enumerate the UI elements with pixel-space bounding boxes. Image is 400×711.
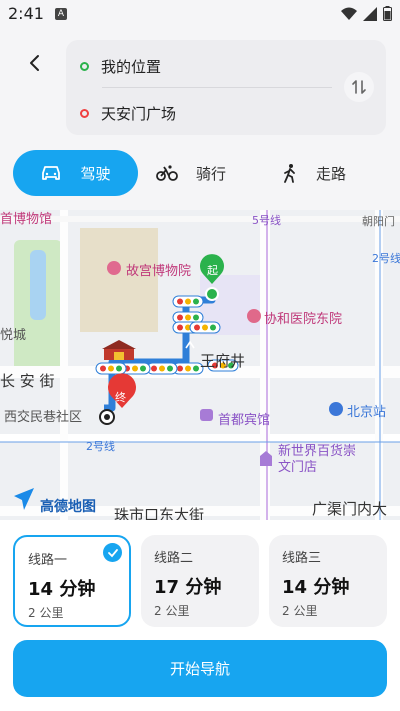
tab-drive[interactable]: 驾驶 [13, 150, 138, 196]
start-navigation-button[interactable]: 开始导航 [13, 640, 387, 697]
map-label-beijing-station: 北京站 [347, 405, 387, 420]
battery-icon [383, 6, 392, 21]
map-label-line5: 5号线 [252, 214, 281, 227]
bicycle-icon [156, 165, 178, 181]
lake [30, 250, 46, 320]
route-option-name: 线路三 [282, 551, 322, 566]
route-option-name: 线路二 [154, 551, 194, 566]
origin-field[interactable]: 我的位置 [80, 54, 161, 78]
route-option-time: 17 分钟 [154, 577, 222, 598]
status-time: 2:41 [8, 4, 44, 23]
tab-bike[interactable]: 骑行 [156, 150, 226, 196]
tab-drive-label: 驾驶 [80, 164, 111, 183]
route-option-distance: 2 公里 [154, 604, 190, 618]
route-map[interactable]: 首博物馆 故宫博物院 起 终 5号线 朝阳门 2号线 协和医院东院 悦城 王府井… [0, 210, 400, 520]
travel-mode-tabs: 驾驶 骑行 走路 [0, 150, 400, 196]
tab-walk-label: 走路 [316, 164, 347, 183]
start-marker-label: 起 [207, 264, 218, 277]
map-label-hospital: 协和医院东院 [264, 312, 343, 327]
route-option-distance: 2 公里 [28, 606, 64, 620]
map-label-capital-hotel: 首都宾馆 [218, 413, 271, 428]
route-option-2[interactable]: 线路二 17 分钟 2 公里 [141, 535, 259, 627]
map-label-line2-bottom: 2号线 [86, 440, 115, 453]
route-options-panel: 线路一 14 分钟 2 公里 线路二 17 分钟 2 公里 线路三 14 分钟 … [0, 520, 400, 711]
walk-icon [284, 164, 295, 183]
route-divider [102, 87, 332, 88]
map-label-wangfujing: 王府井 [200, 352, 246, 370]
map-label-zhushikou: 珠市口东大街 [114, 506, 205, 520]
end-marker-label: 终 [115, 391, 126, 404]
car-icon [42, 166, 61, 180]
route-card: 我的位置 天安门广场 [66, 40, 386, 135]
route-option-time: 14 分钟 [282, 577, 350, 598]
status-bar: 2:41 A [0, 0, 400, 28]
current-location-icon [99, 409, 115, 425]
tab-bike-label: 骑行 [196, 164, 227, 183]
map-label-yuecheng: 悦城 [0, 328, 27, 343]
map-label-line2-right: 2号线 [372, 252, 400, 265]
destination-field[interactable]: 天安门广场 [80, 101, 176, 125]
map-label-changan: 长 安 街 [0, 372, 55, 390]
route-option-3[interactable]: 线路三 14 分钟 2 公里 [269, 535, 387, 627]
tab-walk[interactable]: 走路 [282, 150, 346, 196]
map-label-xinshijie: 新世界百货崇文门店 [278, 444, 357, 475]
origin-dot-icon [80, 61, 89, 71]
back-button[interactable] [22, 50, 48, 76]
map-label-palace: 故宫博物院 [126, 264, 192, 279]
map-label-chaoyang: 朝阳门 [362, 215, 395, 228]
check-icon [103, 543, 122, 562]
destination-dot-icon [80, 108, 89, 118]
hospital-poi-icon [247, 309, 261, 323]
origin-text: 我的位置 [101, 57, 162, 76]
train-station-icon [329, 402, 343, 416]
swap-button[interactable] [344, 72, 374, 102]
notification-icon: A [55, 8, 67, 20]
destination-text: 天安门广场 [101, 104, 177, 123]
museum-poi-icon [107, 261, 121, 275]
wifi-icon [341, 7, 357, 20]
map-label-guangqu: 广渠门内大 [312, 500, 388, 518]
map-label-xijiao: 西交民巷社区 [4, 410, 83, 425]
route-option-name: 线路一 [28, 553, 68, 568]
route-option-time: 14 分钟 [28, 579, 96, 600]
swap-vertical-icon [352, 80, 366, 94]
route-option-1[interactable]: 线路一 14 分钟 2 公里 [13, 535, 131, 627]
signal-icon [363, 6, 377, 21]
gaode-logo-text: 高德地图 [40, 499, 96, 515]
chevron-left-icon [30, 55, 39, 71]
route-header: 我的位置 天安门广场 驾驶 骑行 走路 [0, 28, 400, 210]
route-option-distance: 2 公里 [282, 604, 318, 618]
palace-area [80, 228, 158, 332]
hotel-poi-icon [200, 409, 213, 421]
map-label-museum: 首博物馆 [0, 212, 53, 227]
